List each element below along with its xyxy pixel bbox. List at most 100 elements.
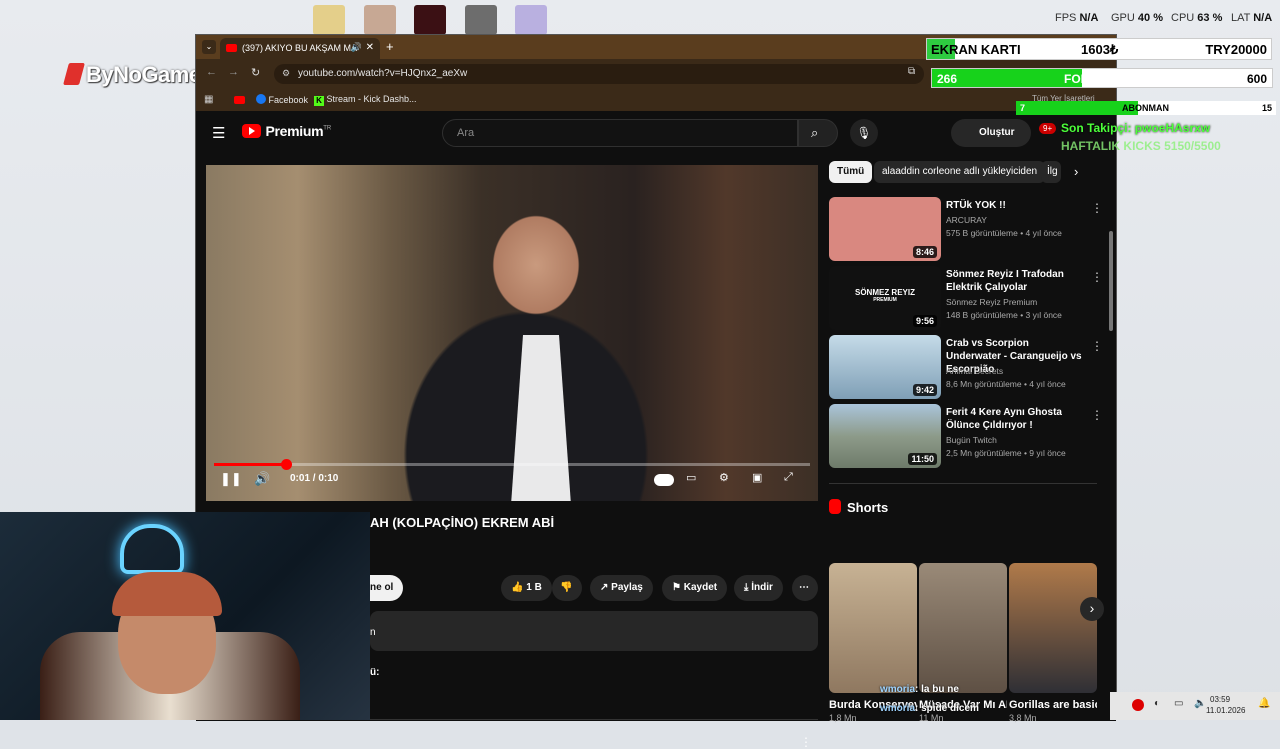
short-thumbnail[interactable] <box>1009 563 1097 693</box>
notification-badge[interactable]: 9+ <box>1039 123 1057 134</box>
search-button[interactable]: ⌕ <box>798 119 838 147</box>
gpu-stat: GPU 40 % <box>1111 12 1163 24</box>
save-button[interactable]: ⚑ Kaydet <box>662 575 728 601</box>
notifications-icon[interactable]: 🔔 <box>1258 698 1270 709</box>
url-field[interactable]: ⚙ youtube.com/watch?v=HJQnx2_aeXw <box>274 64 924 84</box>
short-thumbnail[interactable] <box>829 563 917 693</box>
last-follower-text: Son Takipçi: pwoeHAsrxw <box>1061 121 1211 135</box>
tab-list-chevron-icon[interactable]: ⌄ <box>202 40 216 54</box>
rec-thumbnail[interactable]: 11:50 <box>829 404 941 468</box>
bookmark-kick[interactable]: K Stream - Kick Dashb... <box>314 94 417 106</box>
rec-thumbnail[interactable]: SÖNMEZ REYIZ PREMIUM 9:56 <box>829 266 941 330</box>
miniplayer-icon[interactable]: ▣ <box>752 471 762 484</box>
progress-scrubber[interactable] <box>280 459 292 470</box>
rec-channel[interactable]: Bugün Twitch <box>946 435 997 445</box>
shorts-heading: Shorts <box>829 499 888 515</box>
apps-grid-icon[interactable]: ▦ <box>204 94 213 105</box>
share-button[interactable]: ↗ Paylaş <box>590 575 653 601</box>
desktop-icon-3[interactable] <box>414 5 446 35</box>
cpu-stat: CPU 63 % <box>1171 12 1223 24</box>
back-icon[interactable]: ← <box>206 66 217 78</box>
rec-duration: 9:56 <box>912 315 937 327</box>
comment-more-icon[interactable]: ⋮ <box>800 735 812 749</box>
clock-time[interactable]: 03:59 <box>1210 695 1230 704</box>
recommendation-item[interactable]: SÖNMEZ REYIZ PREMIUM 9:56 Sönmez Reyiz I T… <box>829 266 1103 330</box>
volume-tray-icon[interactable]: 🔈 <box>1194 698 1206 709</box>
rec-thumbnail-text: SÖNMEZ REYIZ <box>854 288 915 297</box>
bookmark-youtube-icon[interactable] <box>234 96 245 104</box>
search-input[interactable]: Ara <box>442 119 798 147</box>
tab-close-icon[interactable]: ✕ <box>366 42 374 53</box>
subscribe-button[interactable]: ne ol <box>370 575 404 601</box>
chip-related[interactable]: İlg <box>1041 161 1061 183</box>
tab-audio-icon[interactable]: 🔊 <box>351 42 362 53</box>
chips-next-chevron-icon[interactable]: › <box>1074 164 1078 179</box>
short-item[interactable]: Burda Konserveyi 1,8 Mn <box>829 563 917 723</box>
short-title[interactable]: Gorillas are basically o... <box>1009 698 1097 713</box>
short-thumbnail[interactable] <box>919 563 1007 693</box>
fps-stat: FPS N/A <box>1055 12 1099 24</box>
rec-more-icon[interactable]: ⋮ <box>1091 270 1103 284</box>
rec-thumbnail[interactable]: 9:42 <box>829 335 941 399</box>
webcam-overlay <box>0 512 370 720</box>
rec-channel[interactable]: ARCURAY <box>946 215 987 225</box>
bookmark-facebook[interactable]: Facebook <box>256 94 308 105</box>
rec-channel[interactable]: Animal Secrets <box>946 366 1003 376</box>
reload-icon[interactable]: ↻ <box>251 66 260 79</box>
youtube-header: ☰ PremiumTR Ara ⌕ 🎙 Oluştur 9+ <box>196 111 1116 155</box>
followers-goal: 600 <box>1246 72 1267 86</box>
desktop-icon-1[interactable] <box>313 5 345 35</box>
fullscreen-icon[interactable]: ⤢ <box>784 471 793 484</box>
new-tab-icon[interactable]: + <box>386 39 394 54</box>
youtube-logo[interactable]: PremiumTR <box>242 123 331 141</box>
network-icon[interactable]: ▭ <box>1174 698 1183 709</box>
rec-more-icon[interactable]: ⋮ <box>1091 201 1103 215</box>
voice-search-icon[interactable]: 🎙 <box>850 119 878 147</box>
shorts-next-icon[interactable]: › <box>1080 597 1104 621</box>
gpu-goal-value: 1603₺ <box>1081 42 1119 57</box>
forward-icon[interactable]: → <box>228 66 239 78</box>
rec-thumbnail[interactable]: 8:46 <box>829 197 941 261</box>
rec-meta: 575 B görüntüleme • 4 yıl önce <box>946 228 1062 238</box>
recommendation-item[interactable]: 8:46 RTÜk YOK !! ARCURAY 575 B görüntüle… <box>829 197 1103 261</box>
rec-meta: 2,5 Mn görüntüleme • 9 yıl önce <box>946 448 1066 458</box>
menu-icon[interactable]: ☰ <box>212 124 225 142</box>
rec-more-icon[interactable]: ⋮ <box>1091 408 1103 422</box>
desktop-icon-4[interactable] <box>465 5 497 35</box>
chip-uploader[interactable]: alaaddin corleone adlı yükleyiciden <box>874 161 1046 183</box>
rec-more-icon[interactable]: ⋮ <box>1091 339 1103 353</box>
desktop-icon-5[interactable] <box>515 5 547 35</box>
record-tray-icon[interactable] <box>1132 699 1144 711</box>
pause-icon[interactable]: ❚❚ <box>220 471 242 487</box>
dislike-button[interactable]: 👎 <box>552 575 582 601</box>
download-button[interactable]: ⤓ İndir <box>734 575 783 601</box>
recommendation-item[interactable]: 9:42 Crab vs Scorpion Underwater - Caran… <box>829 335 1103 399</box>
video-player[interactable]: ❚❚ 🔊 0:01 / 0:10 ▭ ⚙ ▣ ⤢ <box>206 165 818 501</box>
cast-icon[interactable]: ⧉ <box>908 66 915 77</box>
scrollbar[interactable] <box>1109 231 1113 331</box>
volume-icon[interactable]: 🔊 <box>254 471 270 487</box>
more-actions-button[interactable]: ⋯ <box>792 575 818 601</box>
progress-bar[interactable] <box>214 459 810 470</box>
rec-title[interactable]: Ferit 4 Kere Aynı Ghosta Ölünce Çıldırıy… <box>946 406 1084 432</box>
recommendation-item[interactable]: 11:50 Ferit 4 Kere Aynı Ghosta Ölünce Çı… <box>829 404 1103 468</box>
short-meta: 1,8 Mn <box>829 713 857 723</box>
create-button[interactable]: Oluştur <box>951 119 1031 147</box>
rec-channel[interactable]: Sönmez Reyiz Premium <box>946 297 1037 307</box>
like-button[interactable]: 👍 1 B <box>501 575 552 601</box>
short-item[interactable]: Müsade Var Mı ARUK... 11 Mn <box>919 563 1007 723</box>
description-box[interactable]: n <box>370 611 818 651</box>
gpu-goal-widget: EKRAN KARTI 1603₺ TRY20000 <box>926 38 1272 60</box>
clock-date[interactable]: 11.01.2026 <box>1206 706 1245 715</box>
rec-title[interactable]: Sönmez Reyiz I Trafodan Elektrik Çalıyol… <box>946 268 1084 294</box>
tab-youtube[interactable]: (397) AKIYO BU AKŞAM MA 🔊 ✕ <box>220 38 380 59</box>
settings-gear-icon[interactable]: ⚙ <box>719 471 729 484</box>
desktop-icon-2[interactable] <box>364 5 396 35</box>
site-info-icon[interactable]: ⚙ <box>282 68 290 79</box>
tray-icon[interactable]: ◐ <box>1154 698 1160 709</box>
short-item[interactable]: Gorillas are basically o... 3,8 Mn <box>1009 563 1097 723</box>
rec-title[interactable]: RTÜk YOK !! <box>946 199 1084 212</box>
chip-all[interactable]: Tümü <box>829 161 873 183</box>
subtitles-icon[interactable]: ▭ <box>686 471 696 484</box>
autoplay-toggle[interactable] <box>654 474 674 486</box>
